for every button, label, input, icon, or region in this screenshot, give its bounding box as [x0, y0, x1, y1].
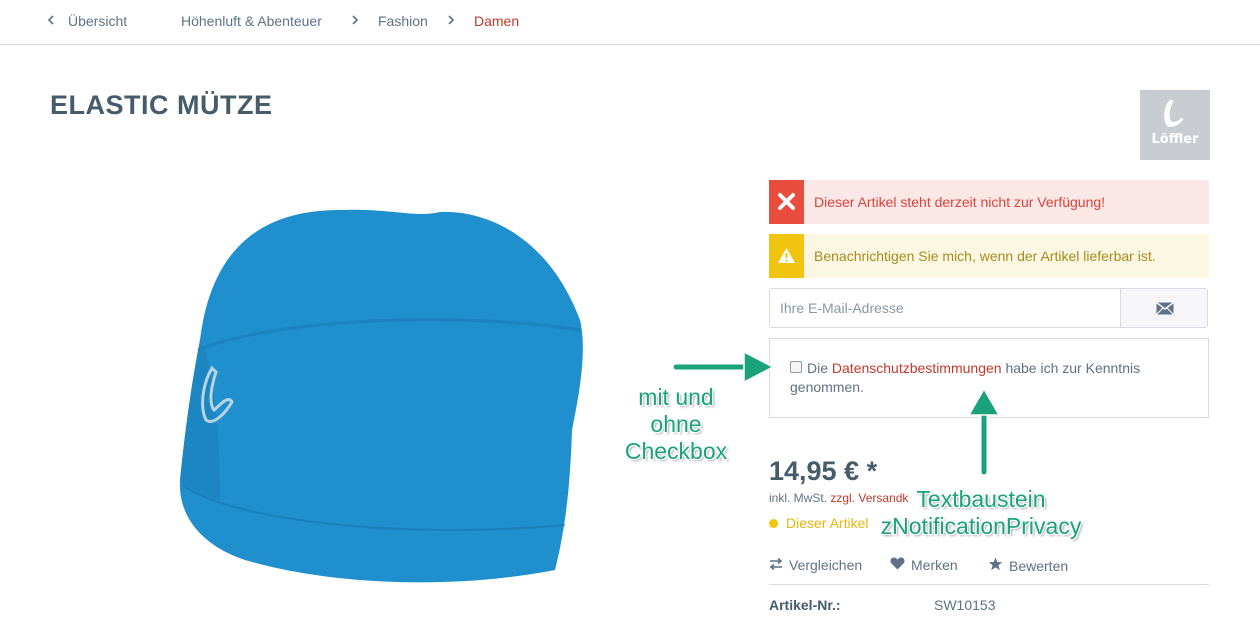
annotation-arrow-up-icon — [967, 387, 1001, 477]
annotation-checkbox-note: mit und ohne Checkbox — [624, 384, 728, 464]
annotation-arrow-right-icon — [671, 350, 775, 384]
annotation-textbaustein-note: Textbaustein zNotificationPrivacy — [880, 486, 1082, 539]
